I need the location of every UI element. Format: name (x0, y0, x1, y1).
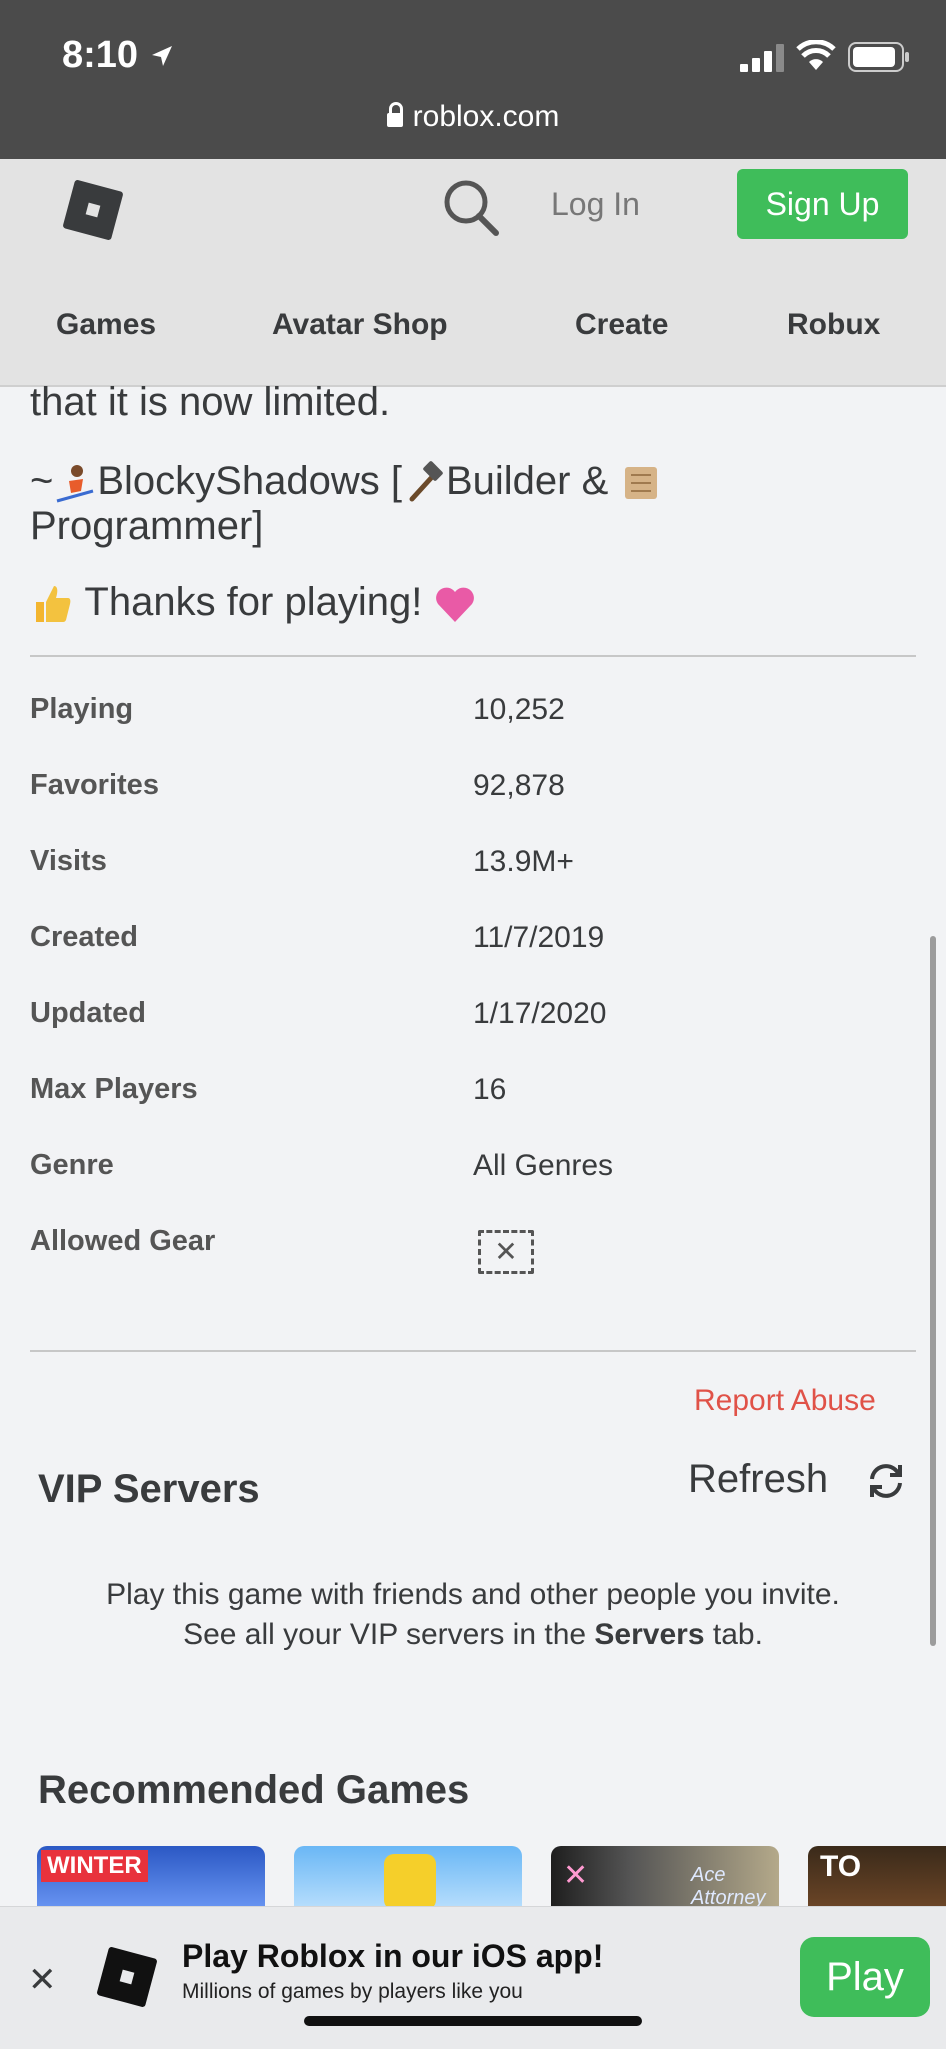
signup-button[interactable]: Sign Up (737, 169, 908, 239)
game-thumbnail[interactable]: ✕ Ace Attorney (551, 1846, 779, 1906)
status-time: 8:10 (62, 34, 139, 76)
game-thumbnail[interactable]: WINTER (37, 1846, 265, 1906)
stat-value-genre: All Genres (473, 1149, 614, 1182)
close-banner-button[interactable]: ✕ (28, 1960, 57, 2000)
refresh-icon[interactable] (866, 1461, 906, 1501)
stat-label-created: Created (30, 921, 138, 953)
stat-label-max-players: Max Players (30, 1073, 198, 1105)
nav-create[interactable]: Create (575, 308, 668, 342)
scroll-emoji-icon (625, 467, 658, 500)
nav-avatar-shop[interactable]: Avatar Shop (272, 308, 448, 342)
app-banner-subtitle: Millions of games by players like you (182, 1980, 523, 2003)
search-icon[interactable] (441, 177, 501, 237)
stat-label-favorites: Favorites (30, 769, 159, 801)
stat-value-created: 11/7/2019 (473, 921, 605, 954)
description-text: that it is now limited. (30, 380, 391, 424)
hammer-emoji-icon (409, 461, 443, 502)
location-arrow-icon (152, 46, 172, 66)
vip-servers-description: Play this game with friends and other pe… (106, 1578, 840, 1651)
stat-value-favorites: 92,878 (473, 769, 565, 802)
pink-heart-emoji-icon (436, 588, 475, 623)
report-abuse-link[interactable]: Report Abuse (694, 1384, 876, 1418)
stat-value-updated: 1/17/2020 (473, 997, 607, 1030)
ios-status-bar: 8:10 roblox.com (0, 0, 946, 159)
divider (30, 655, 916, 657)
stat-label-genre: Genre (30, 1149, 114, 1181)
stat-label-playing: Playing (30, 693, 134, 725)
stat-label-visits: Visits (30, 845, 107, 877)
skier-emoji-icon (56, 465, 94, 503)
stat-label-allowed-gear: Allowed Gear (30, 1225, 216, 1257)
stat-label-updated: Updated (30, 997, 146, 1029)
home-indicator[interactable] (304, 2016, 642, 2026)
description-credit: ~ BlockyShadows [Builder & Programmer] (30, 460, 890, 547)
thanks-text: Thanks for playing! (30, 580, 477, 626)
app-banner-title: Play Roblox in our iOS app! (182, 1938, 604, 1974)
address-bar[interactable]: roblox.com (0, 100, 946, 134)
stat-value-visits: 13.9M+ (473, 845, 574, 878)
stat-value-max-players: 16 (473, 1073, 507, 1106)
refresh-button[interactable]: Refresh (688, 1457, 828, 1502)
login-link[interactable]: Log In (551, 186, 640, 223)
nav-robux[interactable]: Robux (787, 308, 880, 342)
game-thumbnail[interactable] (294, 1846, 522, 1906)
lock-icon (386, 102, 403, 127)
battery-icon (848, 42, 909, 72)
divider (30, 1350, 916, 1352)
scrollbar[interactable] (930, 936, 936, 1646)
recommended-games-row: WINTER ✕ Ace Attorney TO (0, 1846, 946, 1906)
play-button[interactable]: Play (800, 1937, 930, 2017)
url-text: roblox.com (412, 100, 560, 133)
cellular-signal-icon (740, 44, 784, 72)
no-gear-icon (478, 1230, 534, 1274)
nav-games[interactable]: Games (56, 308, 156, 342)
thumbs-up-emoji-icon (36, 586, 71, 623)
wifi-icon (796, 40, 836, 70)
stat-value-playing: 10,252 (473, 693, 565, 726)
game-thumbnail[interactable]: TO (808, 1846, 946, 1906)
recommended-games-title: Recommended Games (38, 1768, 470, 1812)
vip-servers-title: VIP Servers (38, 1467, 260, 1511)
